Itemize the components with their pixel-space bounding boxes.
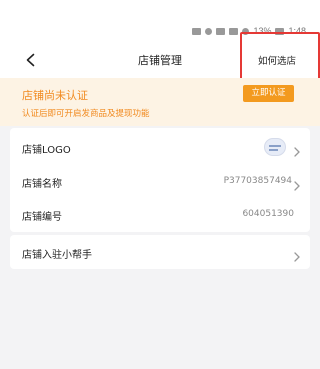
store-name-row[interactable]: 店铺名称 P37703857494	[10, 164, 310, 198]
bluetooth-icon	[229, 27, 239, 35]
row-label: 店铺名称	[22, 179, 62, 190]
chevron-right-icon	[293, 142, 301, 157]
signal-icon	[205, 27, 213, 35]
annotation-highlight-box	[240, 32, 320, 84]
verification-notice: 店铺尚未认证 认证后即可开启发商品及提现功能 立即认证	[0, 78, 320, 126]
nfc-icon	[192, 27, 202, 35]
store-onboarding-helper-row[interactable]: 店铺入驻小帮手	[10, 235, 310, 269]
store-logo-row[interactable]: 店铺LOGO	[10, 130, 310, 164]
wifi-icon	[216, 27, 226, 35]
row-label: 店铺LOGO	[22, 145, 71, 156]
store-info-card: 店铺LOGO 店铺名称 P37703857494 店铺编号 604051390	[10, 128, 310, 232]
store-id-value: 604051390	[242, 209, 294, 219]
store-logo-thumbnail	[264, 138, 286, 156]
verify-now-button[interactable]: 立即认证	[243, 85, 294, 102]
store-name-value: P37703857494	[223, 176, 292, 186]
notice-title: 店铺尚未认证	[22, 89, 88, 102]
row-label: 店铺入驻小帮手	[22, 250, 92, 261]
chevron-right-icon	[293, 247, 301, 262]
row-label: 店铺编号	[22, 212, 62, 223]
notice-description: 认证后即可开启发商品及提现功能	[22, 109, 150, 119]
chevron-right-icon	[293, 176, 301, 191]
store-id-row: 店铺编号 604051390	[10, 197, 310, 231]
